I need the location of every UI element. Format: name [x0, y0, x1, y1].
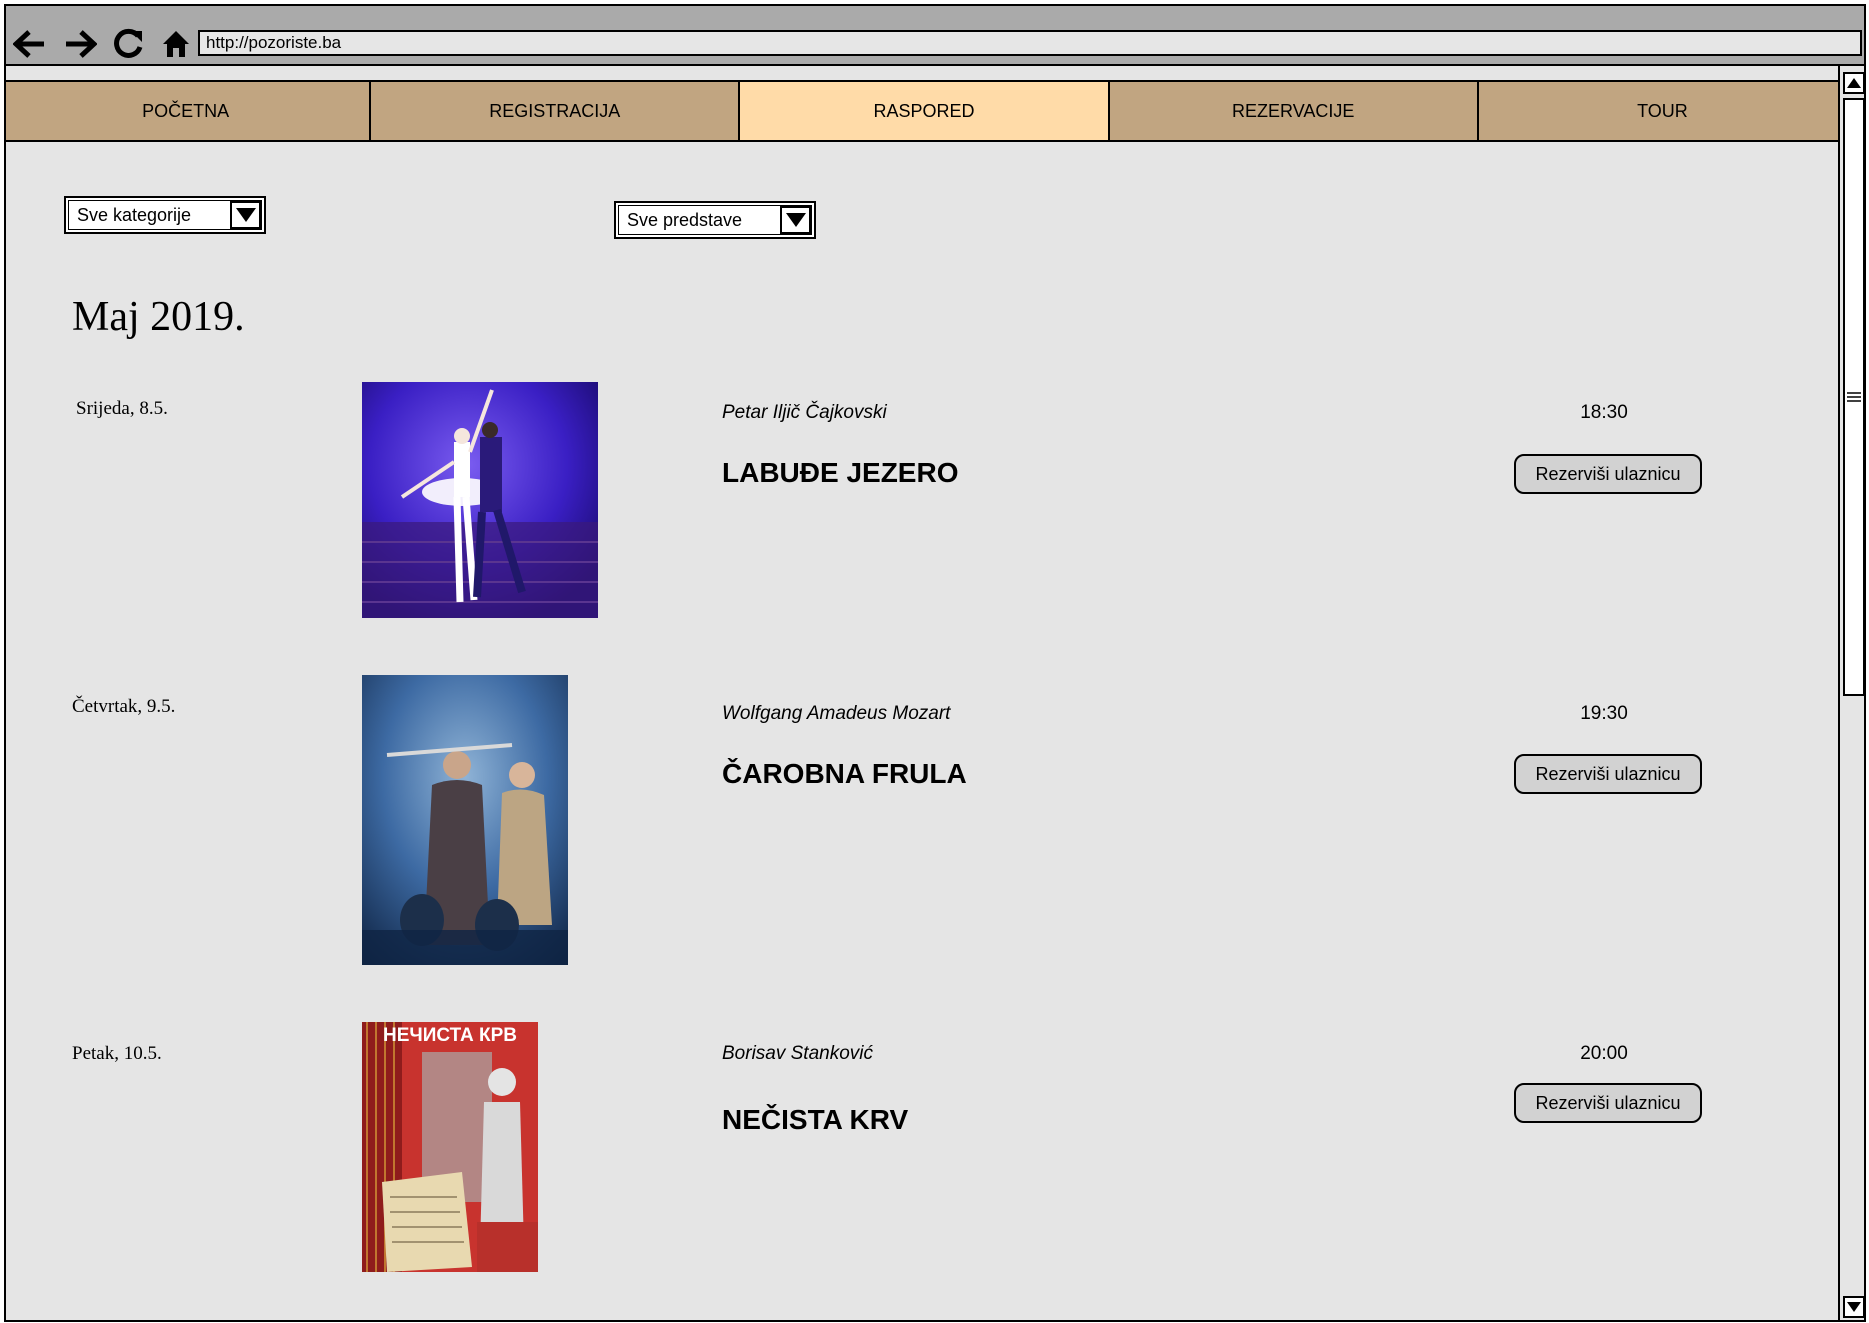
category-select-value: Sve kategorije — [77, 205, 192, 225]
tab-raspored[interactable]: RASPORED — [738, 80, 1110, 142]
tab-pocetna[interactable]: POČETNA — [6, 80, 372, 142]
event-poster-image[interactable] — [362, 675, 568, 965]
scroll-up-icon[interactable] — [1843, 72, 1864, 94]
event-title: ČAROBNA FRULA — [722, 758, 967, 789]
event-poster-image[interactable] — [362, 382, 598, 618]
tab-registracija[interactable]: REGISTRACIJA — [369, 80, 741, 142]
chevron-down-icon[interactable] — [780, 206, 811, 234]
forward-arrow-icon[interactable] — [60, 24, 100, 64]
event-title: NEČISTA KRV — [722, 1104, 909, 1135]
event-date: Srijeda, 8.5. — [76, 398, 168, 419]
reserve-ticket-button[interactable]: Rezerviši ulaznicu — [1514, 454, 1702, 494]
vertical-scrollbar[interactable] — [1838, 66, 1864, 1320]
event-time: 20:00 — [1580, 1043, 1628, 1064]
event-time: 18:30 — [1580, 402, 1628, 423]
browser-window: http://pozoriste.ba POČETNA REGISTRACIJA… — [4, 4, 1866, 1322]
scroll-down-icon[interactable] — [1843, 1296, 1864, 1318]
main-menu: POČETNA REGISTRACIJA RASPORED REZERVACIJ… — [6, 80, 1849, 142]
show-select-value: Sve predstave — [627, 210, 743, 230]
tab-tour[interactable]: TOUR — [1476, 80, 1849, 142]
reserve-ticket-button[interactable]: Rezerviši ulaznicu — [1514, 754, 1702, 794]
event-author: Borisav Stanković — [722, 1043, 874, 1064]
chevron-down-icon[interactable] — [230, 201, 261, 229]
event-date: Četvrtak, 9.5. — [72, 696, 176, 717]
back-arrow-icon[interactable] — [10, 24, 50, 64]
poster-caption: НЕЧИСТА КРВ — [382, 1025, 518, 1046]
month-heading: Maj 2019. — [72, 294, 245, 340]
event-author: Petar Iljič Čajkovski — [722, 402, 887, 423]
reload-icon[interactable] — [108, 24, 148, 64]
reserve-ticket-button[interactable]: Rezerviši ulaznicu — [1514, 1083, 1702, 1123]
tab-rezervacije[interactable]: REZERVACIJE — [1107, 80, 1479, 142]
browser-toolbar: http://pozoriste.ba — [6, 6, 1864, 66]
show-select[interactable]: Sve predstave — [614, 201, 816, 239]
event-time: 19:30 — [1580, 703, 1628, 724]
scrollbar-thumb[interactable] — [1843, 98, 1864, 696]
event-title: LABUĐE JEZERO — [722, 457, 959, 488]
category-select[interactable]: Sve kategorije — [64, 196, 266, 234]
address-bar[interactable]: http://pozoriste.ba — [198, 30, 1862, 56]
event-poster-image[interactable]: НЕЧИСТА КРВ — [362, 1022, 538, 1272]
event-date: Petak, 10.5. — [72, 1043, 162, 1064]
event-author: Wolfgang Amadeus Mozart — [722, 703, 951, 724]
home-icon[interactable] — [156, 24, 196, 64]
